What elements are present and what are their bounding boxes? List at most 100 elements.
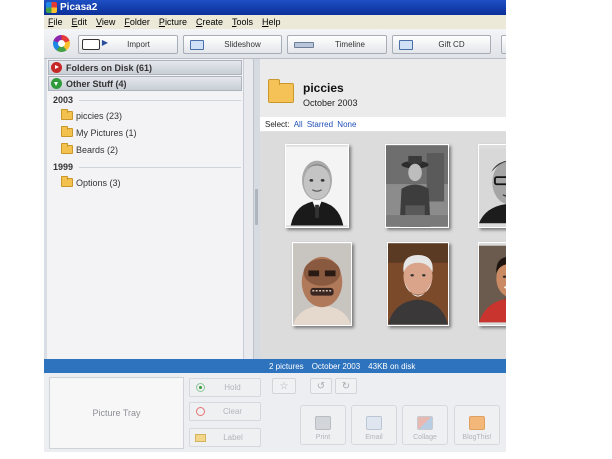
camera-import-icon: [82, 38, 108, 50]
select-starred-link[interactable]: Starred: [307, 120, 333, 129]
year-header-2003: 2003: [47, 91, 253, 107]
blogthis-label: BlogThis!: [462, 434, 492, 441]
portrait-man-glasses-image: [478, 144, 506, 228]
slideshow-label: Slideshow: [224, 40, 261, 49]
title-bar[interactable]: Picasa2: [44, 0, 506, 15]
menu-picture[interactable]: Picture: [159, 17, 187, 27]
photo-content-area: piccies October 2003 Select: All Starred…: [260, 59, 506, 359]
folder-item-my-pictures[interactable]: My Pictures (1): [47, 124, 241, 141]
man-red-shirt-portrait-image: [478, 242, 506, 326]
menu-create[interactable]: Create: [196, 17, 223, 27]
collage-button[interactable]: Collage: [402, 405, 448, 445]
photo-thumbnail[interactable]: [478, 242, 506, 326]
status-date: October 2003: [311, 361, 361, 371]
import-button[interactable]: Import: [78, 35, 178, 54]
folder-icon: [61, 109, 73, 120]
folder-item-label: Options (3): [76, 177, 121, 188]
picasa-window: Picasa2 File Edit View Folder Picture Cr…: [44, 0, 506, 452]
email-icon: [366, 416, 382, 430]
menu-file[interactable]: File: [48, 17, 63, 27]
gift-cd-button[interactable]: Gift CD: [392, 35, 491, 54]
folder-list-panel: Folders on Disk (61) Other Stuff (4) 200…: [47, 59, 254, 359]
folder-item-beards[interactable]: Beards (2): [47, 141, 241, 158]
folder-header: piccies October 2003: [260, 59, 506, 117]
menu-tools[interactable]: Tools: [232, 17, 253, 27]
email-button[interactable]: Email: [351, 405, 397, 445]
folder-item-label: My Pictures (1): [76, 127, 137, 138]
menu-edit[interactable]: Edit: [72, 17, 88, 27]
folder-icon: [61, 176, 73, 187]
timeline-button[interactable]: Timeline: [287, 35, 387, 54]
blogthis-button[interactable]: BlogThis!: [454, 405, 500, 445]
select-none-link[interactable]: None: [337, 120, 356, 129]
folder-item-piccies[interactable]: piccies (23): [47, 107, 241, 124]
menu-help[interactable]: Help: [262, 17, 281, 27]
folders-on-disk-label: Folders on Disk (61): [66, 62, 153, 73]
select-bar: Select: All Starred None: [260, 117, 506, 132]
label-button[interactable]: Label: [189, 428, 261, 447]
collage-label: Collage: [413, 434, 437, 441]
gift-cd-icon: [399, 39, 413, 50]
blogger-icon: [469, 416, 485, 430]
thumbnail-grid: [260, 132, 506, 359]
main-toolbar: Import Slideshow Timeline Gift CD: [44, 29, 506, 59]
hold-button[interactable]: Hold: [189, 378, 261, 397]
print-label: Print: [315, 434, 331, 441]
picasa-logo-icon: [53, 35, 70, 52]
label-tag-icon: [195, 433, 206, 442]
menu-bar: File Edit View Folder Picture Create Too…: [44, 15, 506, 29]
timeline-icon: [294, 41, 314, 48]
slideshow-button[interactable]: Slideshow: [183, 35, 282, 54]
clear-icon: [196, 407, 205, 416]
menu-folder[interactable]: Folder: [124, 17, 150, 27]
clear-button[interactable]: Clear: [189, 402, 261, 421]
timeline-label: Timeline: [335, 40, 365, 49]
collapse-arrow-icon: [51, 78, 62, 89]
hold-icon: [196, 383, 205, 392]
large-folder-icon: [268, 79, 294, 103]
photo-thumbnail[interactable]: [478, 340, 506, 359]
star-icon: ☆: [279, 380, 289, 392]
folder-icon: [61, 143, 73, 154]
folder-list-scrollbar[interactable]: [243, 59, 253, 359]
status-picture-count: 2 pictures: [269, 361, 304, 371]
rotate-left-button[interactable]: ↺: [310, 378, 332, 394]
menu-view[interactable]: View: [96, 17, 115, 27]
bottom-tray: Picture Tray Hold Clear Label ☆ ↺ ↻ Prin…: [44, 373, 506, 452]
picture-tray-label: Picture Tray: [92, 408, 141, 418]
select-label: Select:: [265, 120, 290, 129]
photo-thumbnail[interactable]: [385, 340, 449, 359]
rotate-right-button[interactable]: ↻: [335, 378, 357, 394]
photo-thumbnail[interactable]: [385, 144, 449, 228]
clear-label: Clear: [222, 407, 243, 416]
collage-icon: [417, 416, 433, 430]
photo-thumbnail[interactable]: [290, 242, 354, 326]
star-button[interactable]: ☆: [272, 378, 296, 394]
toolbar-overflow-button[interactable]: [501, 35, 506, 54]
picture-tray[interactable]: Picture Tray: [49, 377, 184, 449]
expand-arrow-icon: [51, 62, 62, 73]
folder-item-options[interactable]: Options (3): [47, 174, 241, 191]
status-disk-size: 43KB on disk: [368, 361, 416, 371]
import-label: Import: [127, 40, 150, 49]
window-title: Picasa2: [60, 2, 98, 13]
gift-cd-label: Gift CD: [438, 40, 465, 49]
bearded-man-portrait-image: [387, 242, 449, 326]
year-header-1999: 1999: [47, 158, 253, 174]
portrait-man-suit-image: [285, 144, 349, 228]
photo-thumbnail[interactable]: [285, 144, 349, 228]
folder-icon: [61, 126, 73, 137]
photo-thumbnail[interactable]: [478, 144, 506, 228]
photo-thumbnail[interactable]: [386, 242, 450, 326]
status-bar: 2 pictures October 2003 43KB on disk: [44, 359, 506, 373]
print-button[interactable]: Print: [300, 405, 346, 445]
slideshow-icon: [190, 39, 204, 50]
folder-date: October 2003: [303, 98, 358, 108]
folders-on-disk-header[interactable]: Folders on Disk (61): [48, 60, 242, 75]
select-all-link[interactable]: All: [294, 120, 303, 129]
photo-thumbnail[interactable]: [288, 340, 352, 359]
rotate-left-icon: ↺: [316, 380, 326, 392]
rotate-right-icon: ↻: [341, 380, 351, 392]
label-label: Label: [223, 433, 243, 442]
other-stuff-header[interactable]: Other Stuff (4): [48, 76, 242, 91]
